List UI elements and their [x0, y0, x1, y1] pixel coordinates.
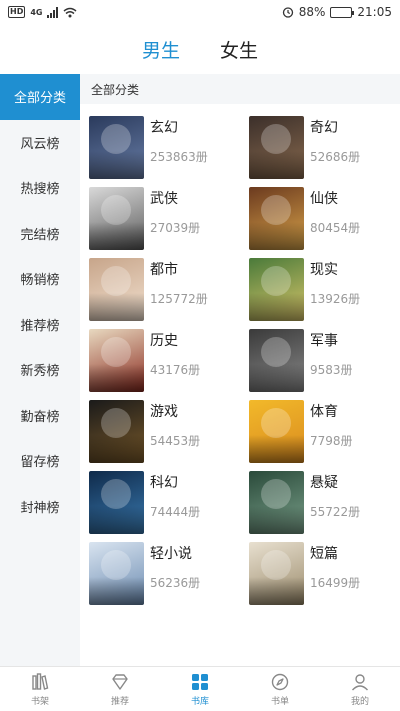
- sidebar-item-legend[interactable]: 封神榜: [0, 484, 80, 530]
- category-name: 悬疑: [310, 475, 338, 491]
- category-name: 武侠: [150, 191, 178, 207]
- nav-recommend[interactable]: 推荐: [80, 667, 160, 711]
- sidebar-item-diligent[interactable]: 勤奋榜: [0, 393, 80, 439]
- category-name: 短篇: [310, 546, 338, 562]
- category-count: 55722册: [310, 505, 361, 519]
- sidebar-item-bestseller[interactable]: 畅销榜: [0, 256, 80, 302]
- nav-label: 书库: [190, 696, 209, 707]
- category-item[interactable]: 都市 125772册: [80, 258, 240, 329]
- section-title: 全部分类: [80, 74, 400, 104]
- category-name: 现实: [310, 262, 338, 278]
- compass-icon: [271, 673, 289, 690]
- category-item[interactable]: 游戏 54453册: [80, 400, 240, 471]
- category-count: 125772册: [150, 292, 208, 306]
- nav-label: 推荐: [110, 696, 129, 707]
- category-item[interactable]: 体育 7798册: [240, 400, 400, 471]
- nav-profile[interactable]: 我的: [320, 667, 400, 711]
- category-count: 43176册: [150, 363, 201, 377]
- category-name: 军事: [310, 333, 338, 349]
- category-item[interactable]: 科幻 74444册: [80, 471, 240, 542]
- sidebar-item-newcomer[interactable]: 新秀榜: [0, 347, 80, 393]
- book-cover: [249, 116, 304, 179]
- nav-library[interactable]: 书库: [160, 667, 240, 711]
- clock-time: 21:05: [357, 5, 392, 19]
- alarm-icon: [282, 7, 293, 18]
- category-item[interactable]: 武侠 27039册: [80, 187, 240, 258]
- category-name: 科幻: [150, 475, 178, 491]
- category-item[interactable]: 军事 9583册: [240, 329, 400, 400]
- user-icon: [351, 673, 369, 690]
- category-name: 奇幻: [310, 120, 338, 136]
- sidebar-item-fengyun[interactable]: 风云榜: [0, 120, 80, 166]
- battery-percent: 88%: [298, 5, 326, 19]
- category-count: 54453册: [150, 434, 201, 448]
- sidebar-item-all[interactable]: 全部分类: [0, 74, 80, 120]
- category-count: 253863册: [150, 150, 208, 164]
- gender-tabs: 男生 女生: [0, 24, 400, 74]
- bookshelf-icon: [32, 672, 49, 690]
- category-name: 游戏: [150, 404, 178, 420]
- book-cover: [249, 471, 304, 534]
- signal-icon: [47, 6, 59, 18]
- book-cover: [249, 329, 304, 392]
- category-count: 52686册: [310, 150, 361, 164]
- category-item[interactable]: 仙侠 80454册: [240, 187, 400, 258]
- category-name: 仙侠: [310, 191, 338, 207]
- nav-booklist[interactable]: 书单: [240, 667, 320, 711]
- category-count: 56236册: [150, 576, 201, 590]
- category-count: 9583册: [310, 363, 353, 377]
- book-cover: [249, 187, 304, 250]
- nav-label: 书单: [270, 696, 289, 707]
- sidebar-item-hot[interactable]: 热搜榜: [0, 165, 80, 211]
- category-count: 27039册: [150, 221, 201, 235]
- network-type: 4G: [30, 7, 43, 17]
- book-cover: [89, 258, 144, 321]
- sidebar-item-recommend[interactable]: 推荐榜: [0, 302, 80, 348]
- category-count: 7798册: [310, 434, 353, 448]
- hd-badge: HD: [8, 6, 26, 18]
- category-name: 玄幻: [150, 120, 178, 136]
- grid-icon: [192, 673, 208, 690]
- category-item[interactable]: 悬疑 55722册: [240, 471, 400, 542]
- book-cover: [89, 116, 144, 179]
- category-item[interactable]: 轻小说 56236册: [80, 542, 240, 613]
- tab-female[interactable]: 女生: [220, 36, 258, 63]
- nav-label: 书架: [30, 696, 49, 707]
- book-cover: [89, 187, 144, 250]
- book-cover: [89, 329, 144, 392]
- bottom-nav: 书架 推荐 书库 书单 我的: [0, 666, 400, 711]
- book-cover: [89, 542, 144, 605]
- category-name: 都市: [150, 262, 178, 278]
- category-count: 16499册: [310, 576, 361, 590]
- status-bar: HD 4G 88% 21:05: [0, 0, 400, 24]
- category-count: 13926册: [310, 292, 361, 306]
- category-panel: 全部分类 玄幻 253863册 奇幻 52686册 武侠 27039册 仙侠 80454…: [80, 74, 400, 666]
- sidebar-item-finished[interactable]: 完结榜: [0, 211, 80, 257]
- category-item[interactable]: 短篇 16499册: [240, 542, 400, 613]
- battery-icon: [330, 6, 355, 18]
- category-name: 历史: [150, 333, 178, 349]
- category-grid: 玄幻 253863册 奇幻 52686册 武侠 27039册 仙侠 80454册 都市 1…: [80, 104, 400, 613]
- category-name: 轻小说: [150, 546, 192, 562]
- book-cover: [249, 542, 304, 605]
- category-item[interactable]: 历史 43176册: [80, 329, 240, 400]
- category-item[interactable]: 玄幻 253863册: [80, 116, 240, 187]
- category-item[interactable]: 现实 13926册: [240, 258, 400, 329]
- category-count: 80454册: [310, 221, 361, 235]
- category-item[interactable]: 奇幻 52686册: [240, 116, 400, 187]
- category-count: 74444册: [150, 505, 201, 519]
- wifi-icon: [64, 7, 77, 17]
- tab-male[interactable]: 男生: [142, 36, 180, 63]
- book-cover: [89, 400, 144, 463]
- book-cover: [249, 400, 304, 463]
- book-cover: [89, 471, 144, 534]
- nav-bookshelf[interactable]: 书架: [0, 667, 80, 711]
- ranking-sidebar: 全部分类 风云榜 热搜榜 完结榜 畅销榜 推荐榜 新秀榜 勤奋榜 留存榜 封神榜: [0, 74, 80, 666]
- diamond-icon: [112, 673, 128, 690]
- sidebar-item-retention[interactable]: 留存榜: [0, 438, 80, 484]
- book-cover: [249, 258, 304, 321]
- category-name: 体育: [310, 404, 338, 420]
- nav-label: 我的: [350, 696, 369, 707]
